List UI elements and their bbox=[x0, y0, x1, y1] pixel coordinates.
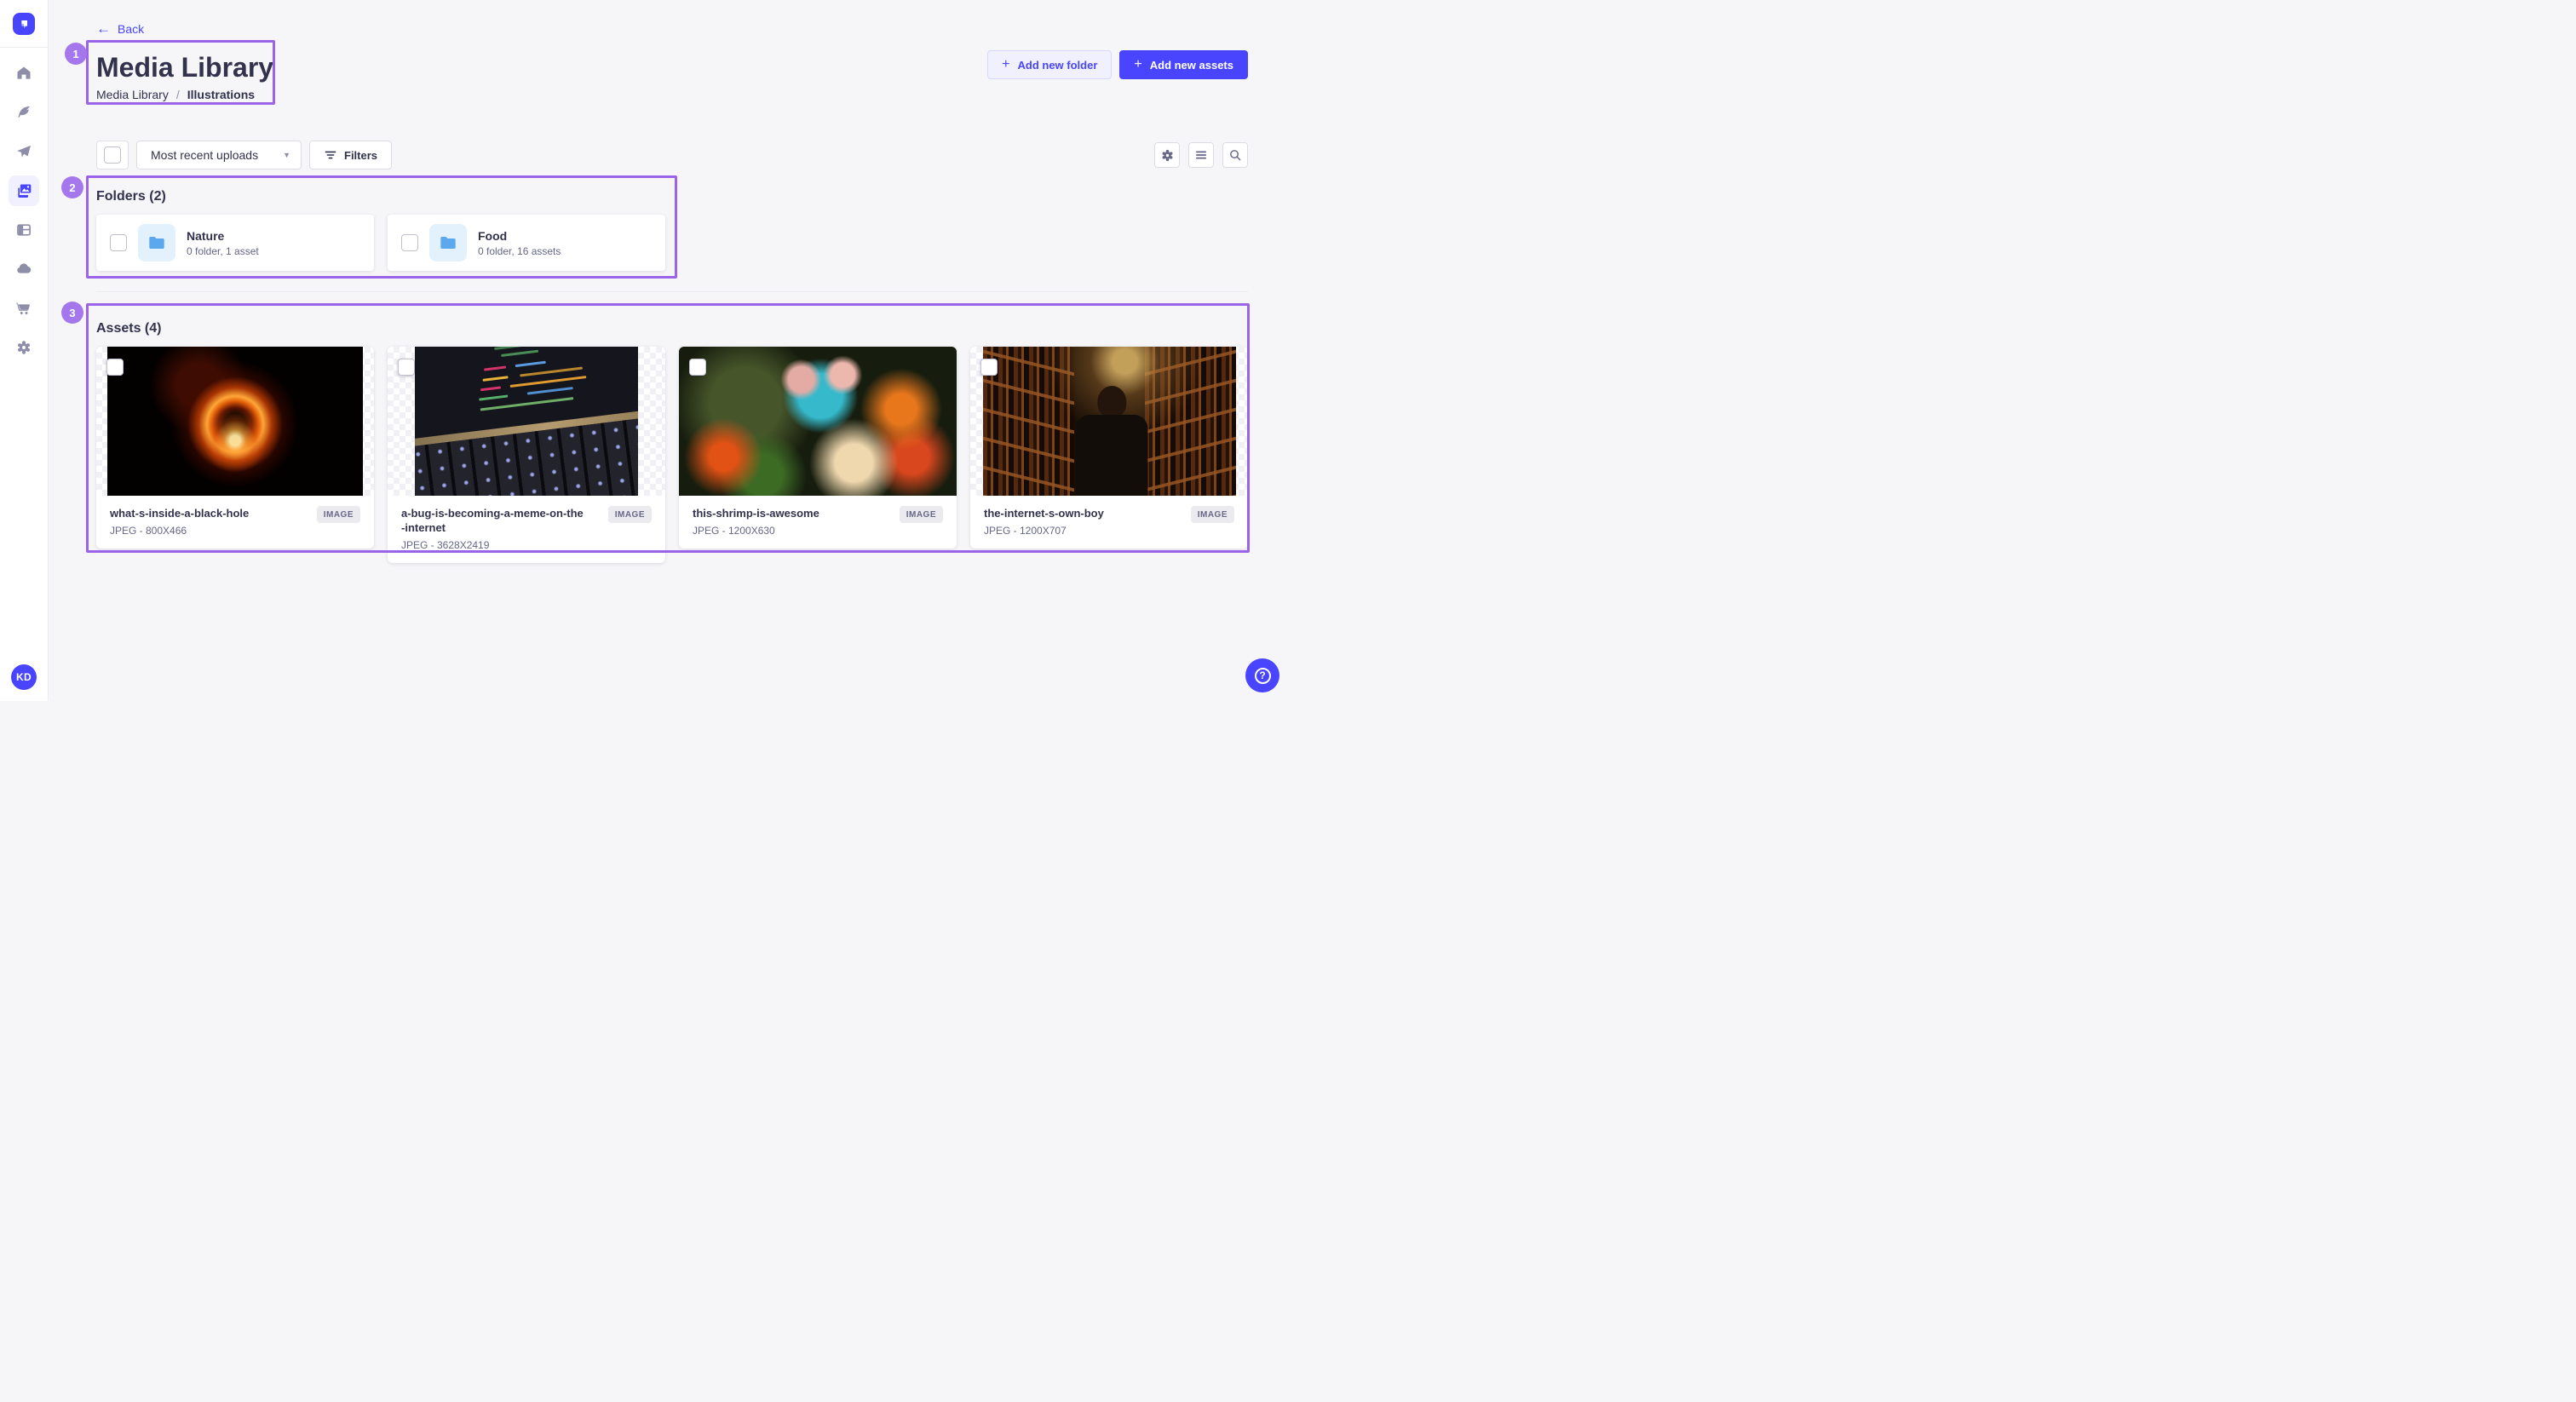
breadcrumb: Media Library / Illustrations bbox=[96, 88, 1248, 101]
folder-icon-box bbox=[429, 224, 467, 261]
user-avatar[interactable]: KD bbox=[11, 664, 37, 690]
sidebar-item-releases[interactable] bbox=[9, 136, 39, 167]
asset-checkbox[interactable] bbox=[980, 359, 998, 376]
assets-grid: what-s-inside-a-black-hole JPEG - 800X46… bbox=[96, 347, 1248, 563]
assets-heading: Assets (4) bbox=[96, 321, 1248, 336]
folders-grid: Nature 0 folder, 1 asset Food 0 folder, … bbox=[96, 215, 1248, 271]
asset-name: the-internet-s-own-boy bbox=[984, 506, 1104, 520]
gear-icon bbox=[1160, 148, 1175, 163]
folder-icon bbox=[147, 233, 166, 252]
breadcrumb-separator: / bbox=[176, 88, 180, 101]
library-portrait-photo bbox=[983, 347, 1236, 496]
assets-section: Assets (4) what-s-inside-a-black-hole JP… bbox=[96, 321, 1248, 563]
asset-type-badge: IMAGE bbox=[608, 506, 652, 523]
folder-name: Nature bbox=[187, 229, 259, 243]
asset-name: a-bug-is-becoming-a-meme-on-the-internet bbox=[401, 506, 587, 535]
asset-checkbox[interactable] bbox=[689, 359, 706, 376]
sidebar-item-home[interactable] bbox=[9, 58, 39, 89]
folders-section: Folders (2) Nature 0 folder, 1 asset bbox=[96, 189, 1248, 271]
folder-checkbox[interactable] bbox=[401, 234, 418, 251]
asset-name: what-s-inside-a-black-hole bbox=[110, 506, 249, 520]
sidebar-item-settings[interactable] bbox=[9, 332, 39, 363]
filters-button[interactable]: Filters bbox=[309, 141, 392, 170]
sidebar-item-deploy[interactable] bbox=[9, 254, 39, 284]
sidebar-item-content-type-builder[interactable] bbox=[9, 215, 39, 245]
asset-thumbnail-area bbox=[96, 347, 374, 496]
asset-name: this-shrimp-is-awesome bbox=[693, 506, 819, 520]
question-mark-icon: ? bbox=[1255, 668, 1271, 684]
add-new-assets-button[interactable]: + Add new assets bbox=[1119, 50, 1248, 79]
list-icon bbox=[1194, 148, 1208, 162]
toolbar: Most recent uploads ▼ Filters bbox=[96, 141, 1248, 170]
asset-type-badge: IMAGE bbox=[900, 506, 943, 523]
select-all-checkbox[interactable] bbox=[104, 147, 121, 164]
grid-settings-button[interactable] bbox=[1154, 142, 1180, 168]
sidebar-item-media-library[interactable] bbox=[9, 175, 39, 206]
add-new-folder-button[interactable]: + Add new folder bbox=[987, 50, 1112, 79]
asset-meta: JPEG - 1200X630 bbox=[693, 525, 819, 537]
mantis-shrimp-photo bbox=[679, 347, 957, 496]
asset-thumbnail-area bbox=[388, 347, 665, 496]
search-icon bbox=[1228, 148, 1242, 162]
sidebar: KD bbox=[0, 0, 49, 701]
view-controls bbox=[1154, 142, 1248, 168]
laptop-code-photo bbox=[415, 347, 638, 496]
asset-meta: JPEG - 1200X707 bbox=[984, 525, 1104, 537]
sidebar-divider bbox=[0, 47, 48, 48]
section-divider bbox=[96, 291, 1248, 292]
asset-checkbox[interactable] bbox=[398, 359, 415, 376]
sidebar-item-marketplace[interactable] bbox=[9, 293, 39, 324]
sidebar-item-content[interactable] bbox=[9, 97, 39, 128]
plus-icon: + bbox=[1002, 59, 1009, 71]
asset-card-internet-boy[interactable]: the-internet-s-own-boy JPEG - 1200X707 I… bbox=[970, 347, 1248, 549]
asset-type-badge: IMAGE bbox=[1191, 506, 1234, 523]
asset-thumbnail-area bbox=[970, 347, 1248, 496]
folder-card-food[interactable]: Food 0 folder, 16 assets bbox=[388, 215, 665, 271]
folder-name: Food bbox=[478, 229, 561, 243]
asset-card-black-hole[interactable]: what-s-inside-a-black-hole JPEG - 800X46… bbox=[96, 347, 374, 549]
asset-checkbox[interactable] bbox=[106, 359, 124, 376]
asset-card-bug-meme[interactable]: a-bug-is-becoming-a-meme-on-the-internet… bbox=[388, 347, 665, 563]
plus-icon: + bbox=[1134, 59, 1141, 71]
folder-meta: 0 folder, 1 asset bbox=[187, 245, 259, 257]
folder-icon-box bbox=[138, 224, 175, 261]
folder-meta: 0 folder, 16 assets bbox=[478, 245, 561, 257]
select-all-container bbox=[96, 141, 129, 170]
back-arrow-icon: ← bbox=[96, 22, 111, 36]
black-hole-photo bbox=[107, 347, 363, 496]
back-link[interactable]: ← Back bbox=[96, 22, 144, 36]
filter-icon bbox=[324, 148, 337, 162]
main-content: ← Back Media Library Media Library / Ill… bbox=[49, 0, 1288, 701]
asset-type-badge: IMAGE bbox=[317, 506, 360, 523]
sidebar-nav bbox=[0, 58, 48, 363]
chevron-down-icon: ▼ bbox=[283, 151, 290, 159]
asset-meta: JPEG - 800X466 bbox=[110, 525, 249, 537]
asset-thumbnail-area bbox=[679, 347, 957, 496]
strapi-logo-icon bbox=[13, 13, 35, 35]
folder-checkbox[interactable] bbox=[110, 234, 127, 251]
header-actions: + Add new folder + Add new assets bbox=[987, 50, 1248, 79]
folders-heading: Folders (2) bbox=[96, 189, 1248, 204]
sort-dropdown[interactable]: Most recent uploads ▼ bbox=[136, 141, 302, 170]
asset-card-shrimp[interactable]: this-shrimp-is-awesome JPEG - 1200X630 I… bbox=[679, 347, 957, 549]
list-view-button[interactable] bbox=[1188, 142, 1214, 168]
breadcrumb-current: Illustrations bbox=[187, 88, 255, 101]
asset-meta: JPEG - 3628X2419 bbox=[401, 539, 587, 551]
help-button[interactable]: ? bbox=[1245, 658, 1279, 692]
folder-card-nature[interactable]: Nature 0 folder, 1 asset bbox=[96, 215, 374, 271]
search-button[interactable] bbox=[1222, 142, 1248, 168]
breadcrumb-parent[interactable]: Media Library bbox=[96, 88, 169, 101]
folder-icon bbox=[439, 233, 457, 252]
